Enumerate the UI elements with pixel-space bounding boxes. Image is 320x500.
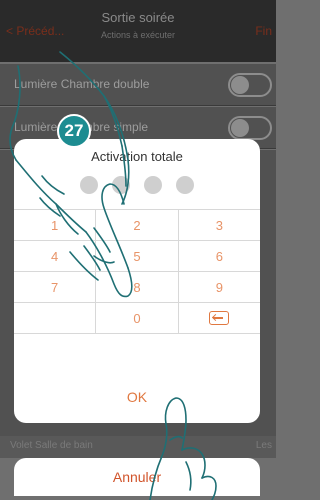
pin-dot bbox=[176, 176, 194, 194]
pin-dot bbox=[144, 176, 162, 194]
keypad-row: 1 2 3 bbox=[14, 210, 260, 241]
toggle-switch[interactable] bbox=[228, 73, 272, 97]
pin-dialog: Activation totale 1 2 3 4 5 6 7 8 9 0 OK bbox=[14, 139, 260, 423]
list-item-label: Lumière Chambre double bbox=[14, 77, 150, 91]
key-empty bbox=[14, 303, 97, 333]
keypad-row: 0 bbox=[14, 303, 260, 334]
numeric-keypad: 1 2 3 4 5 6 7 8 9 0 bbox=[14, 209, 260, 334]
key-9[interactable]: 9 bbox=[179, 272, 260, 302]
key-2[interactable]: 2 bbox=[96, 210, 179, 240]
toggle-switch[interactable] bbox=[228, 116, 272, 140]
keypad-row: 7 8 9 bbox=[14, 272, 260, 303]
cancel-button[interactable]: Annuler bbox=[14, 458, 260, 496]
backspace-key[interactable] bbox=[179, 303, 260, 333]
key-5[interactable]: 5 bbox=[96, 241, 179, 271]
key-4[interactable]: 4 bbox=[14, 241, 97, 271]
dialog-title: Activation totale bbox=[91, 149, 183, 164]
list-item[interactable]: Lumière Chambre double bbox=[0, 64, 276, 106]
screen-subtitle: Actions à exécuter bbox=[100, 30, 176, 40]
ok-button[interactable]: OK bbox=[14, 379, 260, 415]
key-1[interactable]: 1 bbox=[14, 210, 97, 240]
backspace-icon bbox=[209, 311, 230, 325]
list-item-value: Les bbox=[255, 440, 272, 451]
step-badge: 27 bbox=[57, 114, 91, 148]
finish-button[interactable]: Fin bbox=[255, 24, 272, 38]
key-0[interactable]: 0 bbox=[96, 303, 179, 333]
screen-title: Sortie soirée bbox=[101, 10, 175, 25]
key-7[interactable]: 7 bbox=[14, 272, 97, 302]
keypad-row: 4 5 6 bbox=[14, 241, 260, 272]
key-6[interactable]: 6 bbox=[179, 241, 260, 271]
pin-indicator bbox=[14, 176, 260, 194]
list-item-label: Volet Salle de bain bbox=[10, 440, 93, 451]
pin-dot bbox=[112, 176, 130, 194]
pin-dot bbox=[80, 176, 98, 194]
key-3[interactable]: 3 bbox=[179, 210, 260, 240]
list-item[interactable]: Volet Salle de bain Les bbox=[0, 436, 276, 458]
key-8[interactable]: 8 bbox=[96, 272, 179, 302]
app-header: < Précéd... Sortie soirée Actions à exéc… bbox=[0, 0, 276, 62]
